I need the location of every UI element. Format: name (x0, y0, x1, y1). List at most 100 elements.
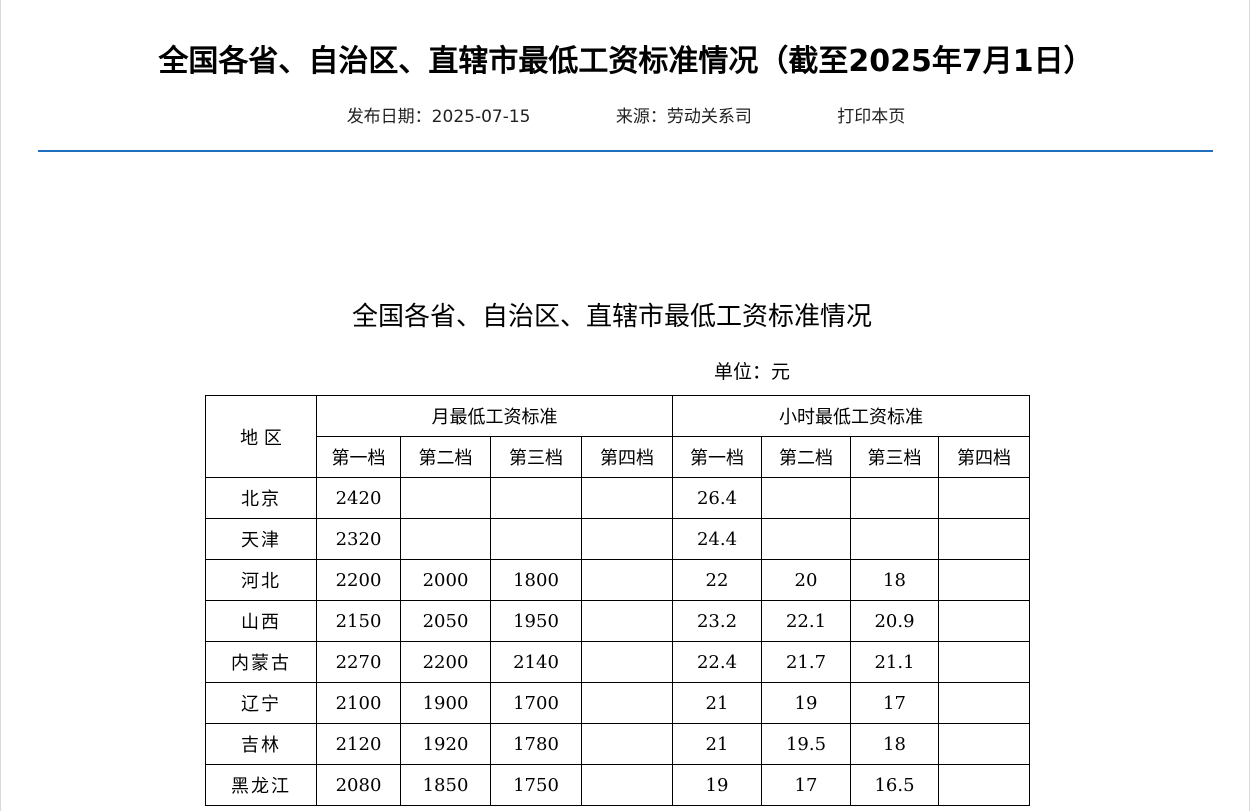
publish-date: 发布日期：2025-07-15 (346, 107, 531, 127)
hourly-tier-header: 第二档 (761, 436, 851, 478)
hourly-wage-cell (850, 477, 939, 519)
document-title: 全国各省、自治区、直辖市最低工资标准情况 (351, 302, 872, 332)
hourly-wage-cell: 22 (672, 559, 762, 601)
table-row: 天津 2320 24.4 (205, 518, 1030, 560)
monthly-wage-cell: 2080 (316, 764, 401, 806)
table-row: 吉林 2120 1920 1780 21 19.5 18 (205, 723, 1030, 765)
hourly-wage-cell: 17 (761, 764, 851, 806)
monthly-wage-cell: 2320 (316, 518, 401, 560)
table-row: 河北 2200 2000 1800 22 20 18 (205, 559, 1030, 601)
monthly-wage-cell (581, 723, 673, 765)
monthly-wage-cell (490, 477, 582, 519)
monthly-wage-cell (400, 477, 491, 519)
monthly-wage-cell: 2140 (490, 641, 582, 683)
table-row: 北京 2420 26.4 (205, 477, 1030, 519)
hourly-wage-cell (938, 600, 1030, 642)
hourly-wage-cell: 20 (761, 559, 851, 601)
monthly-wage-cell: 2100 (316, 682, 401, 724)
hourly-tier-header: 第四档 (938, 436, 1030, 478)
hourly-header: 小时最低工资标准 (672, 395, 1030, 437)
hourly-wage-cell (938, 764, 1030, 806)
monthly-wage-cell (581, 764, 673, 806)
region-cell: 河北 (205, 559, 317, 601)
monthly-wage-cell: 1850 (400, 764, 491, 806)
hourly-wage-cell: 26.4 (672, 477, 762, 519)
monthly-wage-cell: 2200 (316, 559, 401, 601)
monthly-wage-cell: 1750 (490, 764, 582, 806)
hourly-wage-cell: 16.5 (850, 764, 939, 806)
hourly-wage-cell: 18 (850, 559, 939, 601)
monthly-wage-cell: 2150 (316, 600, 401, 642)
monthly-wage-cell (490, 518, 582, 560)
article-meta: 发布日期：2025-07-15 来源：劳动关系司 打印本页 (0, 102, 1252, 127)
region-cell: 辽宁 (205, 682, 317, 724)
monthly-tier-header: 第三档 (490, 436, 582, 478)
monthly-wage-cell (581, 641, 673, 683)
monthly-wage-cell: 2420 (316, 477, 401, 519)
monthly-wage-cell: 2200 (400, 641, 491, 683)
hourly-wage-cell: 20.9 (850, 600, 939, 642)
monthly-wage-cell: 2000 (400, 559, 491, 601)
hourly-wage-cell: 19 (672, 764, 762, 806)
table-row: 山西 2150 2050 1950 23.2 22.1 20.9 (205, 600, 1030, 642)
hourly-wage-cell: 18 (850, 723, 939, 765)
print-page-link[interactable]: 打印本页 (837, 102, 905, 127)
monthly-tier-header: 第二档 (400, 436, 491, 478)
hourly-wage-cell: 24.4 (672, 518, 762, 560)
monthly-wage-cell (581, 518, 673, 560)
monthly-wage-cell (581, 600, 673, 642)
monthly-wage-cell (581, 682, 673, 724)
monthly-wage-cell: 2050 (400, 600, 491, 642)
hourly-wage-cell: 21.1 (850, 641, 939, 683)
hourly-wage-cell: 22.4 (672, 641, 762, 683)
monthly-wage-cell: 1780 (490, 723, 582, 765)
hourly-wage-cell: 19.5 (761, 723, 851, 765)
monthly-header: 月最低工资标准 (316, 395, 673, 437)
hourly-wage-cell (938, 477, 1030, 519)
page-title: 全国各省、自治区、直辖市最低工资标准情况（截至2025年7月1日） (158, 44, 1094, 79)
wage-table: 地 区 月最低工资标准 小时最低工资标准 第一档 第二档 第三档 第四档 第一档 第二档第… (205, 395, 1030, 806)
monthly-wage-cell: 1920 (400, 723, 491, 765)
monthly-tier-header: 第四档 (581, 436, 673, 478)
monthly-wage-cell: 1950 (490, 600, 582, 642)
region-header: 地 区 (205, 395, 317, 478)
region-cell: 北京 (205, 477, 317, 519)
region-cell: 山西 (205, 600, 317, 642)
monthly-wage-cell: 2270 (316, 641, 401, 683)
hourly-wage-cell (938, 682, 1030, 724)
hourly-wage-cell: 19 (761, 682, 851, 724)
hourly-wage-cell: 21 (672, 723, 762, 765)
hourly-wage-cell (938, 559, 1030, 601)
hourly-wage-cell (761, 477, 851, 519)
monthly-tier-header: 第一档 (316, 436, 401, 478)
table-row: 内蒙古 2270 2200 2140 22.4 21.7 21.1 (205, 641, 1030, 683)
region-cell: 内蒙古 (205, 641, 317, 683)
monthly-wage-cell (400, 518, 491, 560)
hourly-wage-cell: 22.1 (761, 600, 851, 642)
hourly-wage-cell (938, 723, 1030, 765)
monthly-wage-cell: 1700 (490, 682, 582, 724)
region-cell: 吉林 (205, 723, 317, 765)
hourly-wage-cell (938, 641, 1030, 683)
region-cell: 黑龙江 (205, 764, 317, 806)
hourly-wage-cell: 17 (850, 682, 939, 724)
hourly-tier-header: 第三档 (850, 436, 939, 478)
region-cell: 天津 (205, 518, 317, 560)
hourly-wage-cell: 21 (672, 682, 762, 724)
monthly-wage-cell (581, 477, 673, 519)
monthly-wage-cell (581, 559, 673, 601)
title-divider (38, 150, 1213, 152)
monthly-wage-cell: 2120 (316, 723, 401, 765)
unit-label: 单位：元 (714, 361, 791, 383)
monthly-wage-cell: 1900 (400, 682, 491, 724)
source-label: 来源：劳动关系司 (615, 107, 752, 127)
hourly-wage-cell (761, 518, 851, 560)
hourly-wage-cell: 23.2 (672, 600, 762, 642)
monthly-wage-cell: 1800 (490, 559, 582, 601)
table-row: 黑龙江 2080 1850 1750 19 17 16.5 (205, 764, 1030, 806)
hourly-wage-cell (938, 518, 1030, 560)
table-row: 辽宁 2100 1900 1700 21 19 17 (205, 682, 1030, 724)
hourly-tier-header: 第一档 (672, 436, 762, 478)
hourly-wage-cell (850, 518, 939, 560)
hourly-wage-cell: 21.7 (761, 641, 851, 683)
